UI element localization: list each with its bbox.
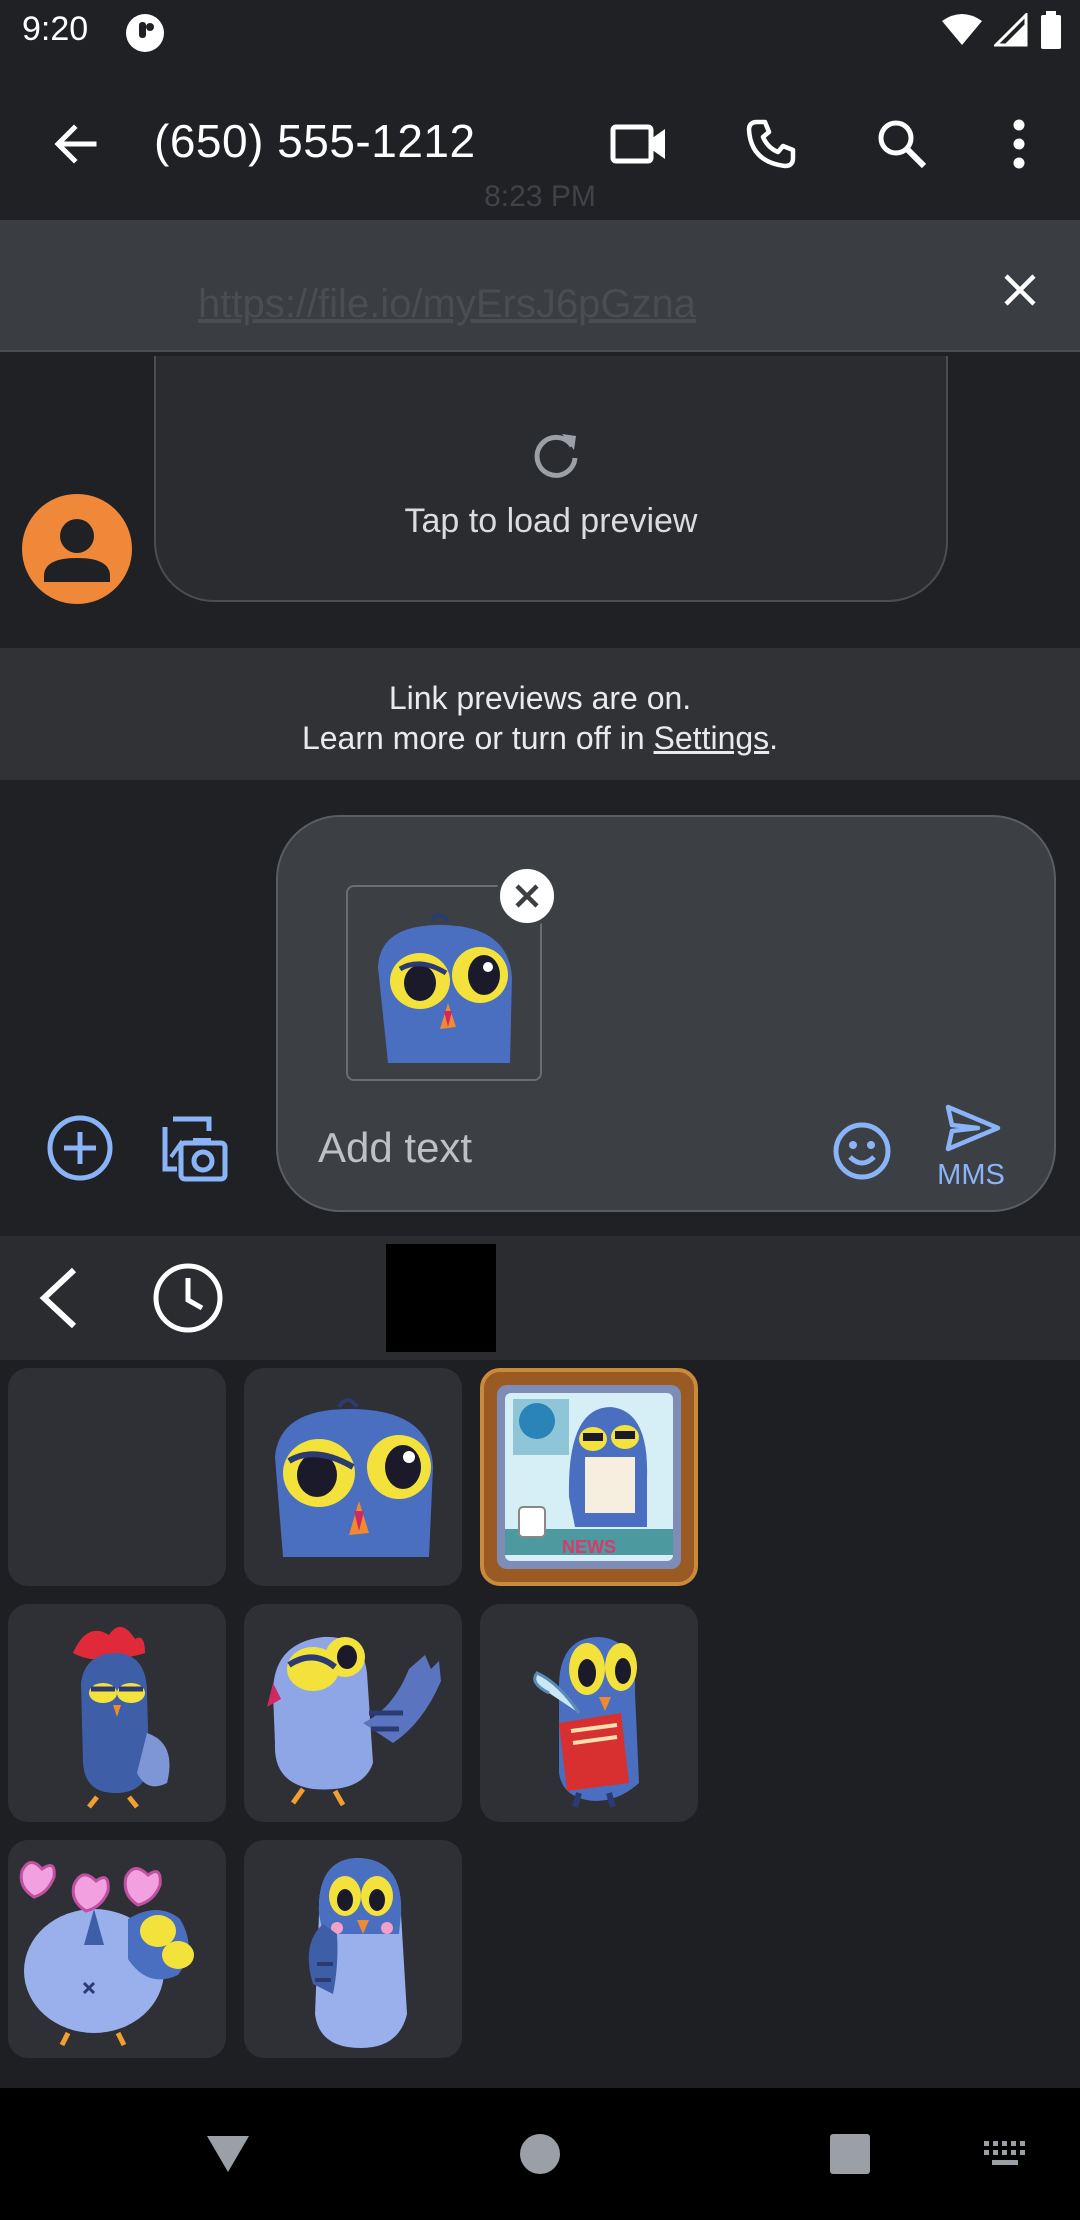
- keyboard-icon: [984, 2141, 1025, 2165]
- waving-bird-sticker-image: [267, 1636, 441, 1807]
- message-input[interactable]: [316, 1123, 796, 1173]
- sticker-shy-bird[interactable]: [244, 1840, 462, 2058]
- gallery-camera-button[interactable]: [158, 1112, 230, 1184]
- emoji-button[interactable]: [826, 1115, 898, 1187]
- battery-icon: [1040, 10, 1062, 54]
- nav-recents-button[interactable]: [806, 2110, 894, 2198]
- sticker-news-bird[interactable]: NEWS: [480, 1368, 698, 1586]
- news-badge-text: NEWS: [562, 1537, 616, 1557]
- compose-box: MMS: [276, 815, 1056, 1212]
- rooster-bird-sticker-image: [73, 1626, 170, 1809]
- system-nav-bar: [0, 2088, 1080, 2220]
- search-icon: [878, 120, 927, 169]
- book-bird-sticker-image: [533, 1637, 639, 1808]
- sticker-toolbar: [0, 1236, 1080, 1360]
- settings-link[interactable]: Settings: [654, 720, 770, 756]
- refresh-icon: [534, 434, 578, 478]
- send-type-label: MMS: [937, 1159, 1005, 1191]
- conversation-title: (650) 555-1212: [154, 115, 476, 167]
- sticker-bird-face[interactable]: [244, 1368, 462, 1586]
- sticker-pack-tab[interactable]: [386, 1244, 496, 1352]
- search-button[interactable]: [866, 108, 938, 180]
- info-text: Learn more or turn off in: [301, 720, 654, 756]
- app-notification-icon: [124, 12, 166, 54]
- nav-recents-icon: [830, 2134, 870, 2174]
- tap-to-load-label: Tap to load preview: [404, 502, 698, 540]
- link-preview-info: Link previews are on. Learn more or turn…: [0, 648, 1080, 780]
- status-bar: 9:20: [0, 0, 1080, 64]
- sticker-back-button[interactable]: [22, 1262, 94, 1334]
- message-timestamp: 8:23 PM: [484, 180, 596, 213]
- person-icon: [44, 519, 110, 582]
- send-icon: [945, 1104, 1001, 1152]
- add-circle-icon: [47, 1115, 113, 1181]
- nav-home-icon: [520, 2134, 560, 2174]
- back-button[interactable]: [40, 108, 112, 180]
- link-preview-banner: 8:23 PM https://file.io/myErsJ6pGzna: [0, 180, 1080, 352]
- info-line-1: Link previews are on.: [388, 680, 692, 716]
- bird-face-sticker-image: [275, 1398, 433, 1557]
- nav-back-icon: [207, 2136, 249, 2172]
- contact-avatar[interactable]: [22, 494, 132, 604]
- send-mms-button[interactable]: MMS: [912, 1103, 1030, 1199]
- call-button[interactable]: [735, 108, 807, 180]
- close-icon: [515, 884, 539, 908]
- clock-icon: [153, 1263, 223, 1333]
- emoji-icon: [833, 1122, 891, 1180]
- info-period: .: [769, 720, 779, 756]
- gallery-camera-icon: [162, 1116, 228, 1182]
- video-call-button[interactable]: [603, 108, 675, 180]
- more-options-button[interactable]: [983, 108, 1055, 180]
- status-time: 9:20: [22, 10, 89, 48]
- sticker-grid: NEWS: [0, 1360, 1080, 2088]
- link-preview-card[interactable]: Tap to load preview: [154, 356, 948, 602]
- nav-back-button[interactable]: [184, 2110, 272, 2198]
- chevron-left-icon: [39, 1267, 77, 1329]
- more-vert-icon: [1013, 119, 1025, 169]
- message-link[interactable]: https://file.io/myErsJ6pGzna: [198, 282, 696, 327]
- info-line-2: Learn more or turn off in Settings.: [0, 718, 1080, 758]
- close-icon: [1004, 274, 1036, 306]
- sticker-book-bird[interactable]: [480, 1604, 698, 1822]
- nav-home-button[interactable]: [496, 2110, 584, 2198]
- keyboard-switch-button[interactable]: [962, 2110, 1050, 2198]
- wifi-icon: [942, 13, 982, 52]
- shy-bird-sticker-image: [308, 1858, 407, 2048]
- videocam-icon: [610, 124, 665, 164]
- sticker-waving-bird[interactable]: [244, 1604, 462, 1822]
- sticker-empty[interactable]: [8, 1368, 226, 1586]
- news-bird-sticker-image: NEWS: [497, 1385, 681, 1569]
- remove-attachment-button[interactable]: [496, 865, 558, 927]
- cellular-signal-icon: [992, 10, 1028, 52]
- arrow-back-icon: [54, 124, 97, 164]
- phone-icon: [746, 119, 796, 169]
- recent-stickers-tab[interactable]: [152, 1262, 224, 1334]
- banner-close-button[interactable]: [988, 258, 1052, 322]
- sticker-rooster-bird[interactable]: [8, 1604, 226, 1822]
- sticker-hearts-bird[interactable]: [8, 1840, 226, 2058]
- status-icons: [942, 10, 1062, 54]
- attach-button[interactable]: [44, 1112, 116, 1184]
- hearts-bird-sticker-image: [19, 1861, 194, 2047]
